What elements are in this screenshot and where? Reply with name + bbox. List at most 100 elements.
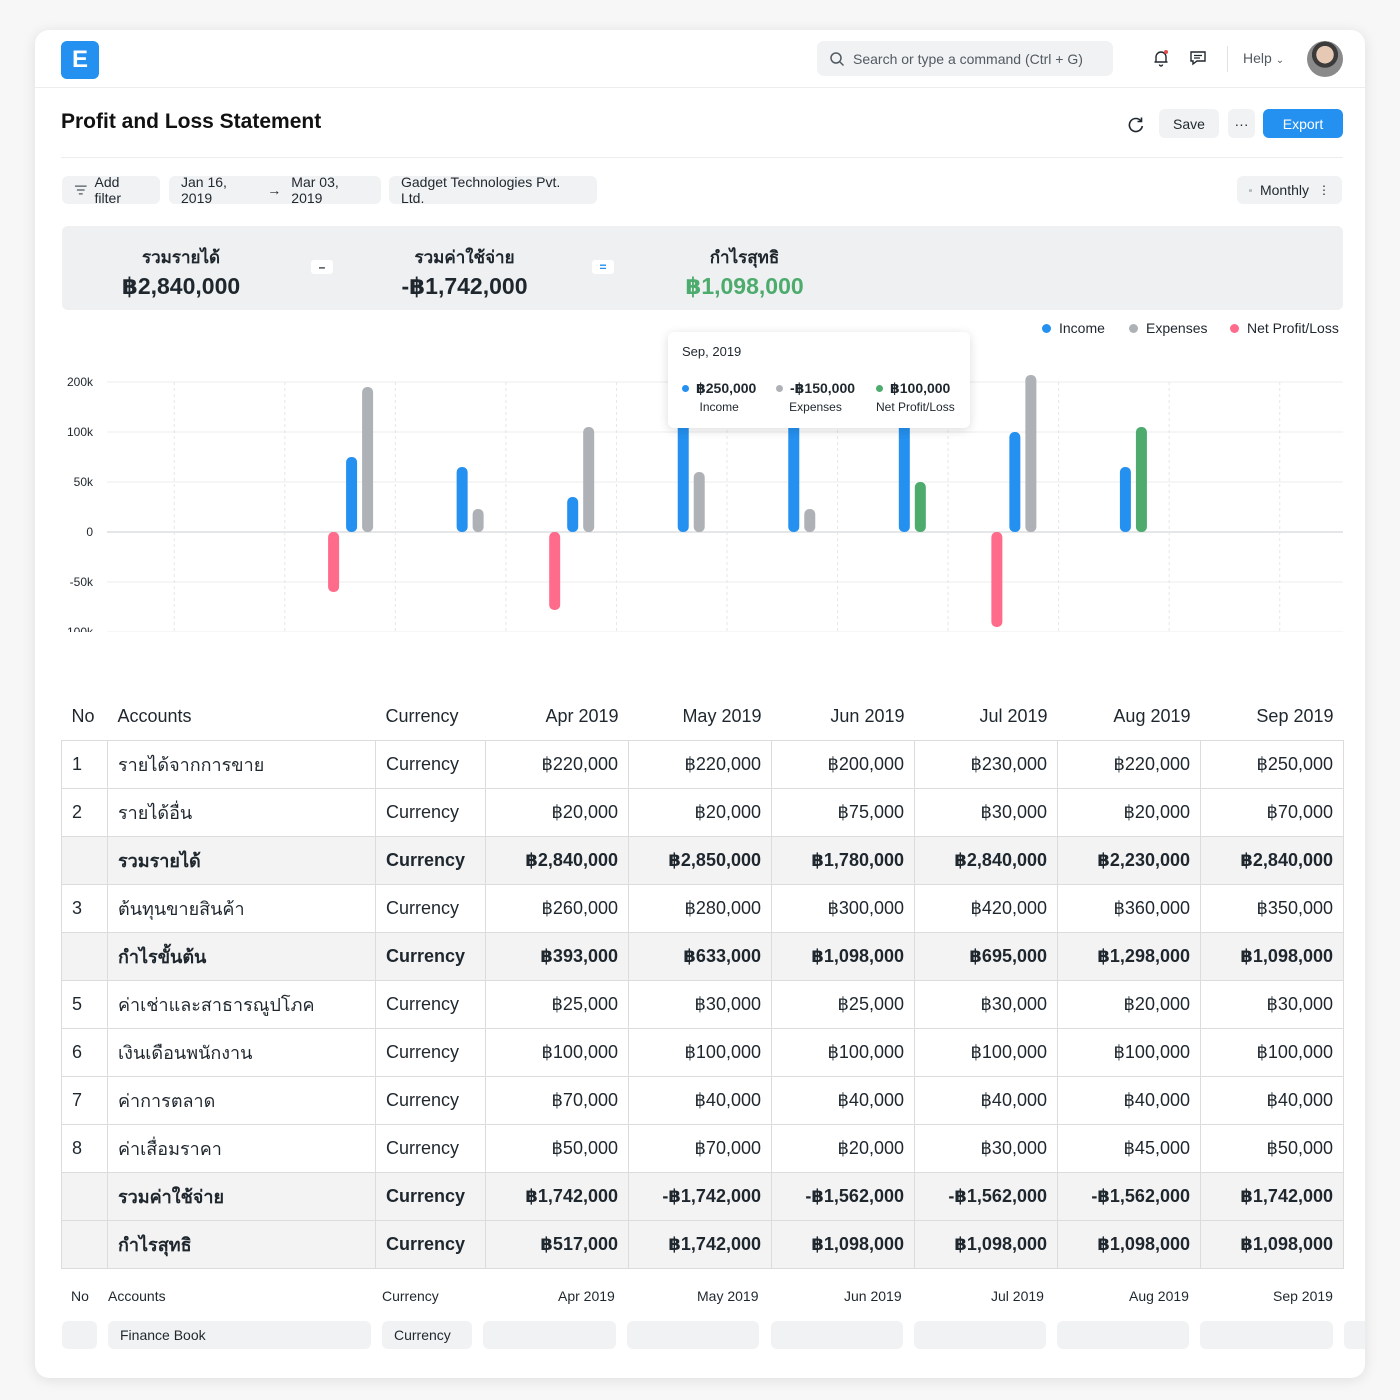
- bar-income: [898, 422, 910, 532]
- table-row[interactable]: 1 รายได้จากการขาย Currency ฿220,000 ฿220,000…: [61, 739, 1344, 789]
- cell-value: ฿220,000: [628, 739, 772, 789]
- table-row[interactable]: 6 เงินเดือนพนักงาน Currency ฿100,000 ฿100,00…: [61, 1027, 1344, 1077]
- cell-currency: Currency: [375, 1123, 486, 1173]
- table-row[interactable]: 7 ค่าการตลาด Currency ฿70,000 ฿40,000 ฿40,000…: [61, 1075, 1344, 1125]
- footer-extra-field[interactable]: [1344, 1321, 1365, 1349]
- col-header-jul[interactable]: Jul 2019: [915, 694, 1058, 740]
- bell-icon[interactable]: [1151, 48, 1171, 68]
- table-total-row[interactable]: กำไรขั้นต้น Currency ฿393,000 ฿633,000 ฿1,09…: [61, 931, 1344, 981]
- col-header-no[interactable]: No: [62, 694, 108, 740]
- cell-value: ฿200,000: [771, 739, 915, 789]
- date-to: Mar 03, 2019: [291, 174, 339, 206]
- col-header-aug[interactable]: Aug 2019: [1058, 694, 1201, 740]
- col-header-currency[interactable]: Currency: [376, 694, 486, 740]
- cell-value: ฿260,000: [485, 883, 629, 933]
- cell-value: ฿2,840,000: [1200, 835, 1344, 885]
- app-logo[interactable]: E: [61, 41, 99, 79]
- cell-account: กำไรสุทธิ: [107, 1219, 376, 1269]
- summary-income: รวมรายได้ ฿2,840,000: [106, 244, 256, 300]
- cell-no: 5: [61, 979, 108, 1029]
- refresh-icon[interactable]: [1125, 114, 1147, 136]
- chart-tooltip: Sep, 2019 ฿250,000 Income -฿150,000 Expe…: [668, 332, 970, 428]
- cell-value: ฿250,000: [1200, 739, 1344, 789]
- cell-currency: Currency: [375, 931, 486, 981]
- tooltip-expense-value: -฿150,000: [790, 380, 856, 396]
- tooltip-income-value: ฿250,000: [696, 380, 757, 396]
- cell-value: ฿30,000: [914, 787, 1058, 837]
- footer-may-field[interactable]: [627, 1321, 759, 1349]
- summary-income-value: ฿2,840,000: [121, 273, 241, 299]
- table-row[interactable]: 5 ค่าเช่าและสาธารณูปโภค Currency ฿25,000 ฿30…: [61, 979, 1344, 1029]
- cell-account: รายได้อื่น: [107, 787, 376, 837]
- cell-value: ฿2,840,000: [914, 835, 1058, 885]
- page-title: Profit and Loss Statement: [61, 110, 322, 133]
- cell-no: 8: [61, 1123, 108, 1173]
- y-tick-label: 0: [86, 525, 93, 539]
- summary-expense-value: -฿1,742,000: [401, 273, 528, 299]
- cell-account: ค่าการตลาด: [107, 1075, 376, 1125]
- search-bar[interactable]: Search or type a command (Ctrl + G): [817, 41, 1113, 76]
- period-selector[interactable]: Monthly ⋮: [1237, 176, 1342, 204]
- chat-icon[interactable]: [1188, 48, 1208, 68]
- cell-value: ฿40,000: [1200, 1075, 1344, 1125]
- cell-no: 7: [61, 1075, 108, 1125]
- export-button[interactable]: Export: [1263, 109, 1343, 138]
- cell-value: -฿1,742,000: [628, 1171, 772, 1221]
- footer-aug-field[interactable]: [1057, 1321, 1189, 1349]
- col-header-accounts[interactable]: Accounts: [108, 694, 376, 740]
- table-total-row[interactable]: รวมรายได้ Currency ฿2,840,000 ฿2,850,000 ฿1,…: [61, 835, 1344, 885]
- footer-header-currency: Currency: [382, 1288, 439, 1304]
- kebab-icon: ⋮: [1318, 183, 1330, 197]
- table-row[interactable]: 3 ต้นทุนขายสินค้า Currency ฿260,000 ฿280,000…: [61, 883, 1344, 933]
- cell-currency: Currency: [375, 835, 486, 885]
- footer-accounts-field[interactable]: Finance Book: [108, 1321, 371, 1349]
- footer-apr-field[interactable]: [483, 1321, 616, 1349]
- cell-value: ฿1,098,000: [771, 1219, 915, 1269]
- bar-net-profit-loss: [991, 532, 1003, 627]
- more-actions-button[interactable]: ···: [1228, 109, 1255, 138]
- company-filter[interactable]: Gadget Technologies Pvt. Ltd.: [389, 174, 597, 206]
- table-total-row[interactable]: กำไรสุทธิ Currency ฿517,000 ฿1,742,000 ฿1,09…: [61, 1219, 1344, 1269]
- col-header-may[interactable]: May 2019: [629, 694, 772, 740]
- bar-net-profit-loss: [1135, 427, 1147, 532]
- footer-header-jul: Jul 2019: [991, 1288, 1044, 1304]
- footer-jun-field[interactable]: [771, 1321, 903, 1349]
- cell-value: ฿230,000: [914, 739, 1058, 789]
- company-value: Gadget Technologies Pvt. Ltd.: [401, 174, 561, 206]
- cell-value: ฿1,742,000: [485, 1171, 629, 1221]
- cell-account: รายได้จากการขาย: [107, 739, 376, 789]
- footer-currency-field[interactable]: Currency: [382, 1321, 472, 1349]
- col-header-apr[interactable]: Apr 2019: [486, 694, 629, 740]
- footer-jul-field[interactable]: [914, 1321, 1046, 1349]
- cell-value: ฿40,000: [1057, 1075, 1201, 1125]
- equals-operator: =: [592, 260, 614, 274]
- footer-header-may: May 2019: [697, 1288, 759, 1304]
- cell-value: -฿1,562,000: [771, 1171, 915, 1221]
- date-range-filter[interactable]: Jan 16, 2019 → Mar 03, 2019: [169, 174, 381, 206]
- cell-value: ฿30,000: [628, 979, 772, 1029]
- bar-expenses: [472, 509, 484, 532]
- col-header-sep[interactable]: Sep 2019: [1201, 694, 1344, 740]
- table-row[interactable]: 8 ค่าเสื่อมราคา Currency ฿50,000 ฿70,000 ฿20,…: [61, 1123, 1344, 1173]
- tooltip-income-dot: [682, 385, 689, 392]
- table-row[interactable]: 2 รายได้อื่น Currency ฿20,000 ฿20,000 ฿75,000…: [61, 787, 1344, 837]
- table-total-row[interactable]: รวมค่าใช้จ่าย Currency ฿1,742,000 -฿1,742,0…: [61, 1171, 1344, 1221]
- cell-value: ฿70,000: [1200, 787, 1344, 837]
- footer-currency-value: Currency: [394, 1327, 451, 1343]
- save-button[interactable]: Save: [1159, 109, 1219, 138]
- tooltip-income: ฿250,000 Income: [682, 380, 756, 414]
- footer-no-field[interactable]: [62, 1321, 97, 1349]
- help-menu[interactable]: Help ⌄: [1243, 50, 1284, 66]
- table-body: 1 รายได้จากการขาย Currency ฿220,000 ฿220,000…: [61, 739, 1344, 1269]
- avatar[interactable]: [1307, 41, 1343, 77]
- cell-account: รวมค่าใช้จ่าย: [107, 1171, 376, 1221]
- cell-currency: Currency: [375, 883, 486, 933]
- y-tick-label: -50k: [70, 575, 94, 589]
- footer-sep-field[interactable]: [1200, 1321, 1333, 1349]
- add-filter-button[interactable]: Add filter: [62, 174, 160, 206]
- footer-accounts-value: Finance Book: [120, 1327, 206, 1343]
- tooltip-title: Sep, 2019: [682, 344, 742, 359]
- bar-expenses: [583, 427, 595, 532]
- col-header-jun[interactable]: Jun 2019: [772, 694, 915, 740]
- cell-account: เงินเดือนพนักงาน: [107, 1027, 376, 1077]
